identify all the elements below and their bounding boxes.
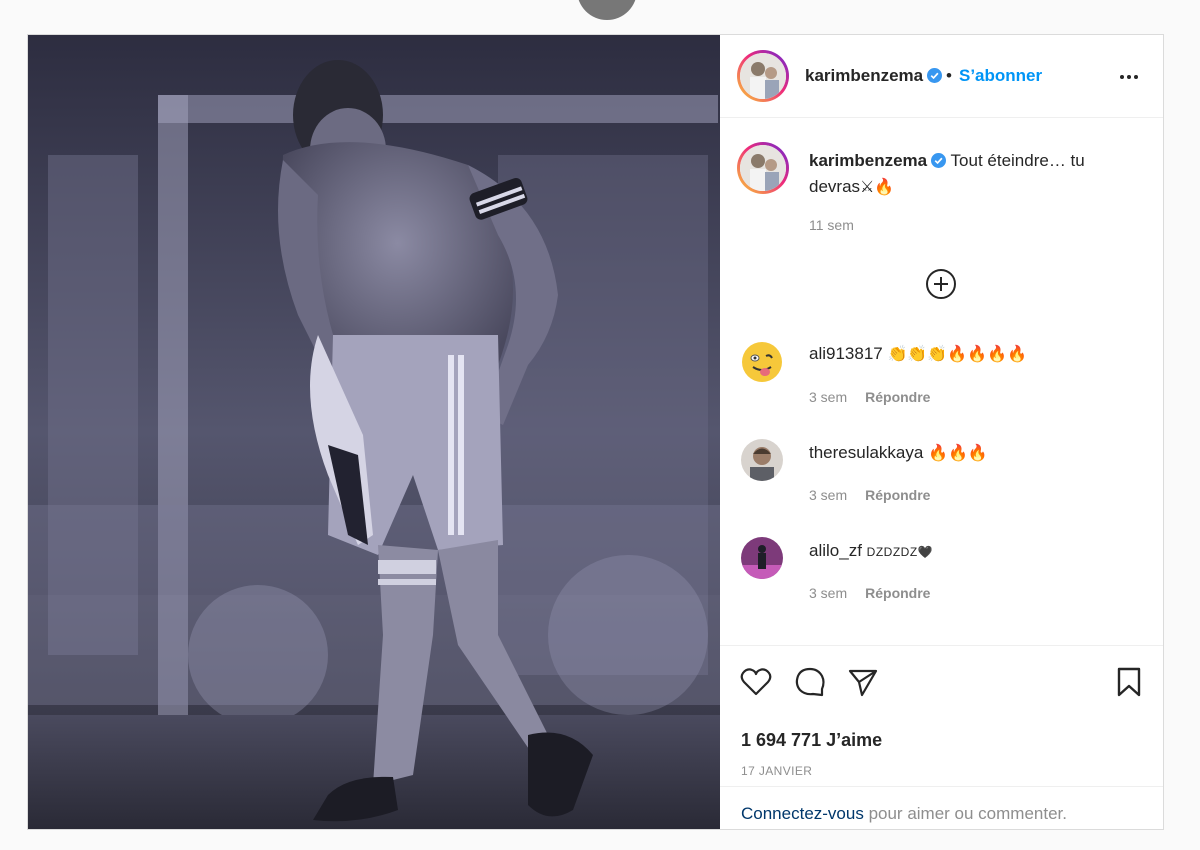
comment-time: 3 sem xyxy=(809,389,848,405)
person-avatar-icon xyxy=(741,537,783,579)
caption-avatar[interactable] xyxy=(737,142,789,194)
comment-time: 3 sem xyxy=(809,585,848,601)
author-avatar[interactable] xyxy=(737,50,789,102)
caption-emoji: ⚔🔥 xyxy=(860,177,895,196)
post-date: 17 JANVIER xyxy=(741,764,813,778)
footballer-photo xyxy=(28,35,720,829)
post-photo xyxy=(28,35,720,829)
comment-body: DZDZDZ🖤 xyxy=(866,545,934,559)
comment-time: 3 sem xyxy=(809,487,848,503)
login-prompt: Connectez-vous pour aimer ou commenter. xyxy=(741,804,1067,824)
author-username[interactable]: karimbenzema xyxy=(805,66,943,86)
comment-2: theresulakkaya 🔥🔥🔥 xyxy=(809,443,988,463)
emoji-face-avatar-icon xyxy=(742,342,782,382)
plus-circle-icon[interactable] xyxy=(925,268,957,300)
comment-meta: 3 sem Répondre xyxy=(809,487,930,503)
caption-timestamp: 11 sem xyxy=(809,217,854,233)
comment-body: 👏👏👏🔥🔥🔥🔥 xyxy=(887,344,1027,363)
like-count[interactable]: 1 694 771 J’aime xyxy=(741,730,882,751)
caption-username[interactable]: karimbenzema xyxy=(809,151,947,170)
post-actions: 1 694 771 J’aime 17 JANVIER Connectez-vo… xyxy=(720,645,1163,830)
comment-1: ali913817 👏👏👏🔥🔥🔥🔥 xyxy=(809,344,1027,364)
verified-badge-icon xyxy=(931,153,947,168)
comment-body: 🔥🔥🔥 xyxy=(928,443,988,462)
avatar-picture-icon xyxy=(740,145,786,191)
paper-plane-icon[interactable] xyxy=(846,665,880,699)
comment-bubble-icon[interactable] xyxy=(793,665,827,699)
follow-button[interactable]: S’abonner xyxy=(959,66,1042,86)
more-options-icon[interactable] xyxy=(1117,65,1141,89)
comment-3: alilo_zf DZDZDZ🖤 xyxy=(809,541,933,561)
post-dialog: karimbenzema • S’abonner karimbenzema To… xyxy=(27,34,1164,830)
login-link[interactable]: Connectez-vous xyxy=(741,804,864,823)
post-header: karimbenzema • S’abonner xyxy=(720,35,1163,118)
comment-meta: 3 sem Répondre xyxy=(809,585,930,601)
comment-username[interactable]: theresulakkaya xyxy=(809,443,923,462)
verified-badge-icon xyxy=(927,68,943,83)
heart-icon[interactable] xyxy=(739,665,773,699)
reply-button[interactable]: Répondre xyxy=(865,585,930,601)
commenter-avatar[interactable] xyxy=(741,537,783,579)
comment-meta: 3 sem Répondre xyxy=(809,389,930,405)
comment-username[interactable]: alilo_zf xyxy=(809,541,862,560)
post-side-panel: karimbenzema • S’abonner karimbenzema To… xyxy=(720,35,1163,829)
commenter-avatar[interactable] xyxy=(741,341,783,383)
top-partial-avatar xyxy=(577,0,637,20)
separator-dot: • xyxy=(946,66,952,85)
person-avatar-icon xyxy=(741,439,783,481)
login-prompt-bar: Connectez-vous pour aimer ou commenter. xyxy=(720,786,1163,831)
login-prompt-text: pour aimer ou commenter. xyxy=(863,804,1067,823)
reply-button[interactable]: Répondre xyxy=(865,389,930,405)
commenter-avatar[interactable] xyxy=(741,439,783,481)
avatar-picture-icon xyxy=(740,53,786,99)
comment-username[interactable]: ali913817 xyxy=(809,344,883,363)
bookmark-icon[interactable] xyxy=(1112,665,1146,699)
reply-button[interactable]: Répondre xyxy=(865,487,930,503)
caption: karimbenzema Tout éteindre… tu devras⚔🔥 xyxy=(809,148,1129,200)
